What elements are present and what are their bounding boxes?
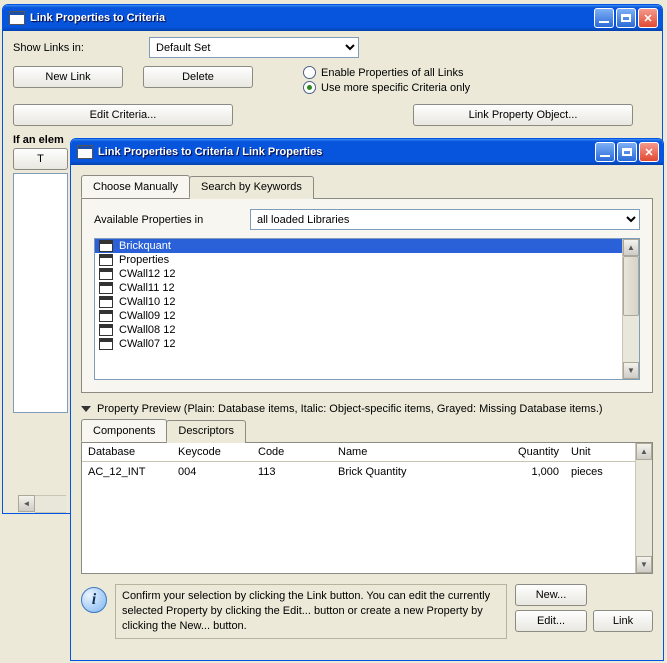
fg-window: Link Properties to Criteria / Link Prope… <box>70 138 664 661</box>
table-header: Database Keycode Code Name Quantity Unit <box>82 443 635 461</box>
table-scrollbar[interactable]: ▲ ▼ <box>635 443 652 573</box>
library-item-icon <box>99 310 113 322</box>
fg-title: Link Properties to Criteria / Link Prope… <box>98 146 595 158</box>
help-section: i Confirm your selection by clicking the… <box>81 584 653 639</box>
list-item: Brickquant <box>95 239 622 253</box>
bg-titlebar: Link Properties to Criteria ✕ <box>3 5 662 31</box>
list-item: CWall10 12 <box>95 295 622 309</box>
show-links-select[interactable]: Default Set <box>149 37 359 58</box>
tab-descriptors[interactable]: Descriptors <box>166 420 246 443</box>
bg-scrollbar[interactable]: ◄ <box>18 495 66 513</box>
delete-button[interactable]: Delete <box>143 66 253 88</box>
library-item-icon <box>99 338 113 350</box>
property-table: Database Keycode Code Name Quantity Unit… <box>82 443 652 573</box>
list-item: CWall12 12 <box>95 267 622 281</box>
new-link-button[interactable]: New Link <box>13 66 123 88</box>
show-links-label: Show Links in: <box>13 42 143 54</box>
truncated-button[interactable]: T <box>13 148 68 170</box>
scroll-up-icon[interactable]: ▲ <box>636 443 652 460</box>
link-property-object-button[interactable]: Link Property Object... <box>413 104 633 126</box>
list-item: CWall09 12 <box>95 309 622 323</box>
close-button[interactable]: ✕ <box>638 8 658 28</box>
minimize-button[interactable] <box>594 8 614 28</box>
maximize-button[interactable] <box>616 8 636 28</box>
close-button[interactable]: ✕ <box>639 142 659 162</box>
scroll-down-icon[interactable]: ▼ <box>636 556 652 573</box>
tab-components[interactable]: Components <box>81 419 167 442</box>
edit-criteria-button[interactable]: Edit Criteria... <box>13 104 233 126</box>
list-item: CWall11 12 <box>95 281 622 295</box>
library-item-icon <box>99 282 113 294</box>
list-item: Properties <box>95 253 622 267</box>
scroll-thumb[interactable] <box>623 256 639 316</box>
link-button[interactable]: Link <box>593 610 653 632</box>
library-item-icon <box>99 324 113 336</box>
library-item-icon <box>99 240 113 252</box>
window-icon <box>77 145 93 159</box>
minimize-button[interactable] <box>595 142 615 162</box>
bg-title: Link Properties to Criteria <box>30 12 594 24</box>
window-icon <box>9 11 25 25</box>
specific-criteria-radio[interactable]: Use more specific Criteria only <box>303 81 470 94</box>
fg-titlebar: Link Properties to Criteria / Link Prope… <box>71 139 663 165</box>
properties-listbox[interactable]: Brickquant Properties CWall12 12 CWall11… <box>94 238 640 380</box>
library-item-icon <box>99 254 113 266</box>
edit-button[interactable]: Edit... <box>515 610 587 632</box>
list-scrollbar[interactable]: ▲ ▼ <box>622 239 639 379</box>
tab-search-keywords[interactable]: Search by Keywords <box>189 176 314 199</box>
enable-all-radio[interactable]: Enable Properties of all Links <box>303 66 470 79</box>
scroll-up-icon[interactable]: ▲ <box>623 239 639 256</box>
collapse-icon[interactable] <box>81 406 91 412</box>
property-preview-label: Property Preview (Plain: Database items,… <box>81 403 653 415</box>
bg-listbox <box>13 173 68 413</box>
info-icon: i <box>81 587 107 613</box>
library-item-icon <box>99 268 113 280</box>
help-text: Confirm your selection by clicking the L… <box>115 584 507 639</box>
upper-tabs: Choose Manually Search by Keywords <box>81 175 653 199</box>
lower-tabs: Components Descriptors <box>81 419 653 443</box>
scroll-left-icon[interactable]: ◄ <box>18 495 35 512</box>
list-item: CWall07 12 <box>95 337 622 351</box>
tab-choose-manually[interactable]: Choose Manually <box>81 175 190 198</box>
maximize-button[interactable] <box>617 142 637 162</box>
fg-body: Choose Manually Search by Keywords Avail… <box>71 165 663 645</box>
table-row[interactable]: AC_12_INT 004 113 Brick Quantity 1,000 p… <box>82 462 635 482</box>
library-item-icon <box>99 296 113 308</box>
scroll-down-icon[interactable]: ▼ <box>623 362 639 379</box>
upper-tab-pane: Available Properties in all loaded Libra… <box>81 199 653 393</box>
list-item: CWall08 12 <box>95 323 622 337</box>
new-button[interactable]: New... <box>515 584 587 606</box>
available-properties-select[interactable]: all loaded Libraries <box>250 209 640 230</box>
lower-tab-pane: Database Keycode Code Name Quantity Unit… <box>81 443 653 574</box>
available-properties-label: Available Properties in <box>94 214 244 226</box>
